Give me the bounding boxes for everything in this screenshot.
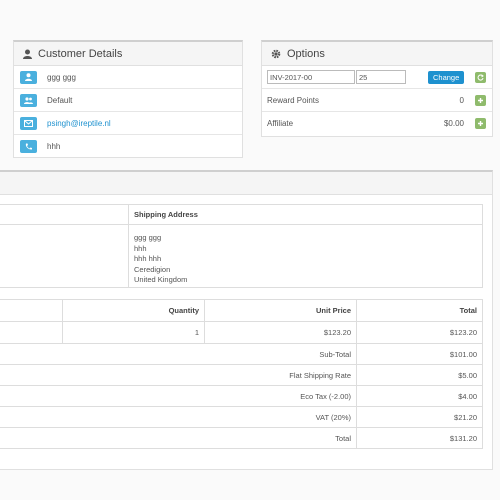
shipping-address-cell: ggg ggg hhh hhh hhh Ceredigion United Ki… xyxy=(128,224,483,288)
order-panel-header xyxy=(0,172,492,195)
customer-phone: hhh xyxy=(47,142,61,151)
order-panel: Shipping Address ggg ggg hhh hhh hhh Cer… xyxy=(0,170,493,470)
options-panel: Options INV-2017-00 25 Change Reward Poi… xyxy=(261,40,493,137)
refresh-icon[interactable] xyxy=(475,71,486,83)
shipping-line: United Kingdom xyxy=(134,275,188,284)
customer-name: ggg ggg xyxy=(47,72,76,82)
customer-details-header: Customer Details xyxy=(14,42,242,66)
totals-row: VAT (20%) $21.20 xyxy=(0,406,483,428)
add-reward-icon[interactable] xyxy=(475,94,486,106)
totals-value: $21.20 xyxy=(356,406,483,428)
invoice-prefix-input[interactable]: INV-2017-00 xyxy=(267,70,355,84)
shipping-line: hhh hhh xyxy=(134,254,162,263)
customer-details-title: Customer Details xyxy=(38,47,123,60)
reward-points-label: Reward Points xyxy=(267,95,320,105)
customer-email-row: psingh@ireptile.nl xyxy=(14,112,242,135)
unit-price-header: Unit Price xyxy=(204,299,357,322)
shipping-line: hhh xyxy=(134,243,147,253)
affiliate-row: Affiliate $0.00 xyxy=(262,112,492,135)
user-icon xyxy=(20,70,37,84)
add-affiliate-icon[interactable] xyxy=(475,118,486,129)
options-title: Options xyxy=(287,47,325,60)
product-cell xyxy=(0,321,63,344)
total-header: Total xyxy=(356,299,483,322)
users-icon xyxy=(20,93,37,107)
customer-phone-row: hhh xyxy=(14,135,242,158)
totals-label: Flat Shipping Rate xyxy=(0,364,357,386)
payment-address-cell xyxy=(0,224,129,288)
totals-value: $101.00 xyxy=(356,343,483,365)
totals-label: Total xyxy=(0,427,357,449)
change-invoice-button[interactable]: Change xyxy=(428,70,465,84)
product-header xyxy=(0,299,63,322)
totals-label: VAT (20%) xyxy=(0,406,357,428)
totals-row: Sub-Total $101.00 xyxy=(0,343,483,365)
product-row: 1 $123.20 $123.20 xyxy=(0,321,483,344)
product-quantity: 1 xyxy=(62,321,205,344)
affiliate-value: $0.00 xyxy=(443,119,464,128)
customer-group-row: Default xyxy=(14,89,242,112)
invoice-row: INV-2017-00 25 Change xyxy=(262,66,492,89)
customer-group: Default xyxy=(47,95,73,105)
customer-name-row: ggg ggg xyxy=(14,66,242,89)
totals-label: Sub-Total xyxy=(0,343,357,365)
address-body-row: ggg ggg hhh hhh hhh Ceredigion United Ki… xyxy=(0,224,483,288)
totals-value: $4.00 xyxy=(356,385,483,407)
affiliate-label: Affiliate xyxy=(267,119,294,128)
address-header-row: Shipping Address xyxy=(0,204,483,225)
totals-row: Total $131.20 xyxy=(0,427,483,449)
totals-row: Eco Tax (-2.00) $4.00 xyxy=(0,385,483,407)
totals-value: $5.00 xyxy=(356,364,483,386)
shipping-line: ggg ggg xyxy=(134,233,162,242)
product-unit-price: $123.20 xyxy=(204,321,357,344)
totals-row: Flat Shipping Rate $5.00 xyxy=(0,364,483,386)
phone-icon xyxy=(20,140,37,153)
invoice-number-input[interactable]: 25 xyxy=(356,70,406,84)
products-header-row: Quantity Unit Price Total xyxy=(0,299,483,322)
shipping-line: Ceredigion xyxy=(134,264,171,274)
shipping-address-header: Shipping Address xyxy=(128,204,483,225)
customer-details-panel: Customer Details ggg ggg Default psingh@… xyxy=(13,40,243,158)
quantity-header: Quantity xyxy=(62,299,205,322)
totals-value: $131.20 xyxy=(356,427,483,449)
totals-label: Eco Tax (-2.00) xyxy=(0,385,357,407)
user-icon xyxy=(23,49,32,59)
products-table: Quantity Unit Price Total 1 $123.20 $123… xyxy=(0,299,483,449)
product-total: $123.20 xyxy=(356,321,483,344)
gear-icon xyxy=(271,49,281,59)
envelope-icon xyxy=(20,116,37,130)
payment-address-header xyxy=(0,204,129,225)
options-header: Options xyxy=(262,42,492,66)
address-table: Shipping Address ggg ggg hhh hhh hhh Cer… xyxy=(0,204,483,288)
reward-points-value: 0 xyxy=(459,95,464,105)
customer-email-link[interactable]: psingh@ireptile.nl xyxy=(47,119,111,128)
reward-points-row: Reward Points 0 xyxy=(262,89,492,112)
